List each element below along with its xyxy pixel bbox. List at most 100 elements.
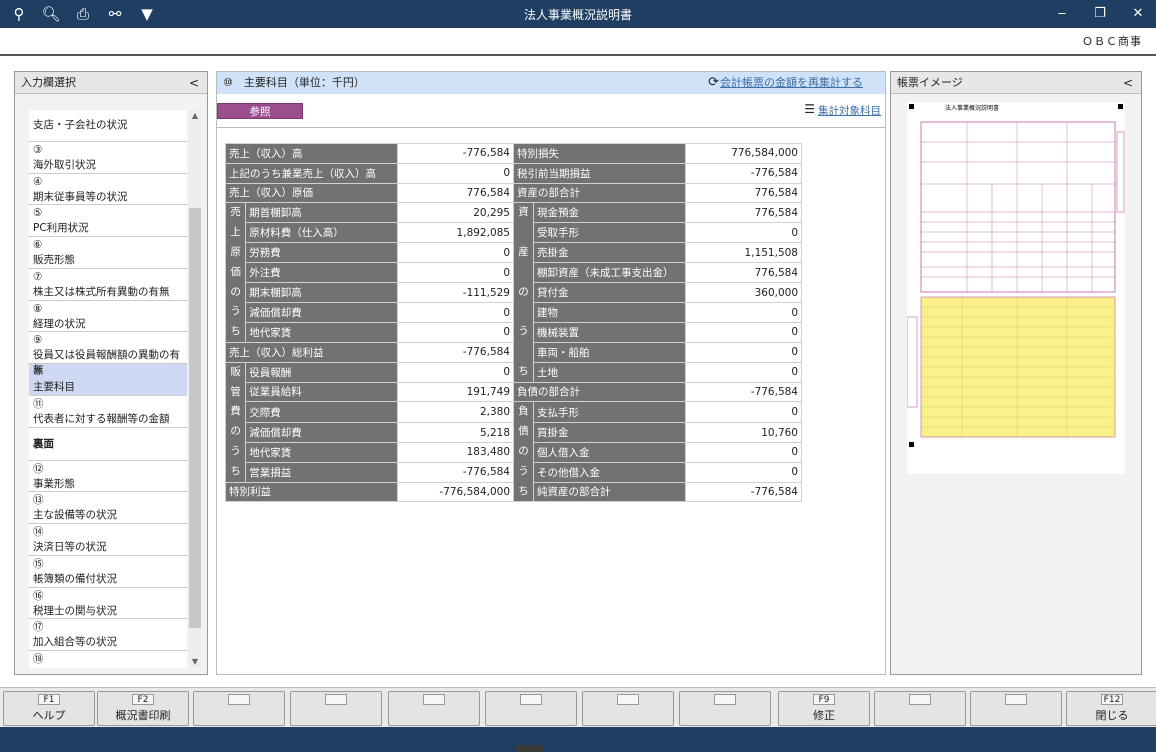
account-value[interactable]: 776,584 xyxy=(685,182,802,204)
reference-button[interactable]: 参照 xyxy=(217,103,303,119)
group-label: 負債のうち xyxy=(513,401,534,503)
section-item-label: 期末従事員等の状況 xyxy=(33,190,128,203)
function-key-7[interactable] xyxy=(582,691,674,726)
account-value[interactable]: 360,000 xyxy=(685,282,802,304)
function-key-9[interactable]: F9 修正 xyxy=(778,691,870,726)
list-icon[interactable]: ☰ xyxy=(804,102,815,116)
section-item[interactable]: ⑯ 税理士の関与状況 xyxy=(29,588,187,620)
scrollbar[interactable]: ▲ ▼ xyxy=(189,110,201,668)
section-item[interactable]: ⑰ 加入組合等の状況 xyxy=(29,619,187,651)
group-label-char: ち xyxy=(518,364,529,377)
function-key-6[interactable] xyxy=(485,691,577,726)
section-item[interactable]: ⑦ 株主又は株式所有異動の有無 xyxy=(29,269,187,301)
function-key-2[interactable]: F2 概況書印刷 xyxy=(97,691,189,726)
account-value[interactable]: -776,584 xyxy=(397,461,514,483)
account-value[interactable]: 0 xyxy=(397,242,514,264)
function-key-number: F2 xyxy=(132,694,154,705)
account-value[interactable]: 0 xyxy=(685,441,802,463)
section-item[interactable]: ⑧ 経理の状況 xyxy=(29,301,187,333)
section-item[interactable]: ③ 海外取引状況 xyxy=(29,142,187,174)
account-value[interactable]: 20,295 xyxy=(397,202,514,224)
recalc-link[interactable]: 会計帳票の金額を再集計する xyxy=(720,72,863,94)
function-key-11[interactable] xyxy=(970,691,1062,726)
account-value[interactable]: 0 xyxy=(685,341,802,363)
collapse-icon[interactable]: < xyxy=(189,72,199,94)
section-item[interactable]: ⑬ 主な設備等の状況 xyxy=(29,492,187,524)
account-value[interactable]: 0 xyxy=(685,401,802,424)
section-item-label: 決済日等の状況 xyxy=(33,541,107,553)
group-label-char: 債 xyxy=(518,425,529,438)
group-label: 販管費のうち xyxy=(224,361,247,483)
account-value[interactable]: 0 xyxy=(397,262,514,284)
group-label-char: 価 xyxy=(230,265,241,278)
section-item[interactable]: ⑪ 代表者に対する報酬等の金額 xyxy=(29,396,187,428)
form-thumbnail[interactable]: 法人事業概況説明書 xyxy=(906,102,1125,474)
account-value[interactable]: 0 xyxy=(397,322,514,343)
section-item[interactable]: 支店・子会社の状況 xyxy=(29,110,187,142)
function-key-4[interactable] xyxy=(290,691,382,726)
account-value[interactable]: 1,892,085 xyxy=(397,222,514,244)
section-item-label: 月別の売上高等の状況 xyxy=(33,667,183,668)
account-value[interactable]: 0 xyxy=(685,302,802,324)
function-key-number xyxy=(325,694,347,705)
section-item[interactable]: ⑱ 月別の売上高等の状況 xyxy=(29,651,187,668)
account-value[interactable]: 183,480 xyxy=(397,441,514,463)
function-key-10[interactable] xyxy=(874,691,966,726)
close-button[interactable]: ✕ xyxy=(1128,4,1148,24)
account-value[interactable]: 0 xyxy=(397,361,514,383)
function-key-8[interactable] xyxy=(679,691,771,726)
section-item[interactable]: ⑮ 帳簿類の備付状況 xyxy=(29,556,187,588)
account-value[interactable]: 10,760 xyxy=(685,422,802,443)
account-value[interactable]: -776,584 xyxy=(685,481,802,503)
account-label: 原材料費（仕入高） xyxy=(245,222,398,244)
section-item[interactable]: ④ 期末従事員等の状況 xyxy=(29,174,187,206)
account-value[interactable]: 0 xyxy=(685,461,802,483)
refresh-icon[interactable]: ⟳ xyxy=(708,72,719,94)
account-value[interactable]: 0 xyxy=(397,302,514,324)
account-value[interactable]: 2,380 xyxy=(397,401,514,424)
account-label: 売上（収入）原価 xyxy=(225,182,398,204)
account-value[interactable]: -776,584 xyxy=(397,341,514,363)
account-value[interactable]: -111,529 xyxy=(397,282,514,304)
function-key-5[interactable] xyxy=(388,691,480,726)
section-item[interactable]: ⑥ 販売形態 xyxy=(29,237,187,269)
account-value[interactable]: 776,584 xyxy=(685,202,802,224)
function-key-3[interactable] xyxy=(193,691,285,726)
account-label: 売上（収入）総利益 xyxy=(225,341,398,363)
account-value[interactable]: -776,584 xyxy=(685,162,802,184)
account-value[interactable]: 1,151,508 xyxy=(685,242,802,264)
group-label-char: の xyxy=(518,444,529,457)
section-item[interactable]: ⑤ PC利用状況 xyxy=(29,205,187,237)
function-key-number xyxy=(617,694,639,705)
account-label: 外注費 xyxy=(245,262,398,284)
form-title-text: 法人事業概況説明書 xyxy=(945,104,999,112)
account-value[interactable]: -776,584 xyxy=(685,381,802,403)
account-value[interactable]: 776,584 xyxy=(685,262,802,284)
account-value[interactable]: -776,584,000 xyxy=(397,481,514,503)
scroll-thumb[interactable] xyxy=(189,208,201,628)
account-value[interactable]: 0 xyxy=(397,162,514,184)
aggregate-accounts-link[interactable]: 集計対象科目 xyxy=(818,103,881,118)
minimize-button[interactable]: ‒ xyxy=(1052,4,1072,24)
section-item-label: 税理士の関与状況 xyxy=(33,604,117,617)
collapse-icon[interactable]: < xyxy=(1123,72,1133,94)
account-value[interactable]: 776,584 xyxy=(397,182,514,204)
account-value[interactable]: 191,749 xyxy=(397,381,514,403)
section-item[interactable]: 裏面 xyxy=(29,428,187,461)
section-item[interactable]: ⑩ 主要科目 xyxy=(29,364,187,396)
scroll-down-icon[interactable]: ▼ xyxy=(189,656,201,668)
section-item[interactable]: ⑨ 役員又は役員報酬額の異動の有無 xyxy=(29,332,187,376)
account-value[interactable]: -776,584 xyxy=(397,143,514,164)
account-value[interactable]: 0 xyxy=(685,361,802,383)
function-key-label: ヘルプ xyxy=(32,709,66,722)
account-value[interactable]: 0 xyxy=(685,222,802,244)
account-value[interactable]: 776,584,000 xyxy=(685,143,802,164)
function-key-12[interactable]: F12 閉じる xyxy=(1066,691,1156,726)
account-value[interactable]: 0 xyxy=(685,322,802,343)
section-item[interactable]: ⑭ 決済日等の状況 xyxy=(29,524,187,556)
restore-button[interactable]: ❐ xyxy=(1090,4,1110,24)
section-item[interactable]: ⑫ 事業形態 xyxy=(29,461,187,493)
account-value[interactable]: 5,218 xyxy=(397,422,514,443)
scroll-up-icon[interactable]: ▲ xyxy=(189,110,201,122)
function-key-1[interactable]: F1 ヘルプ xyxy=(3,691,95,726)
